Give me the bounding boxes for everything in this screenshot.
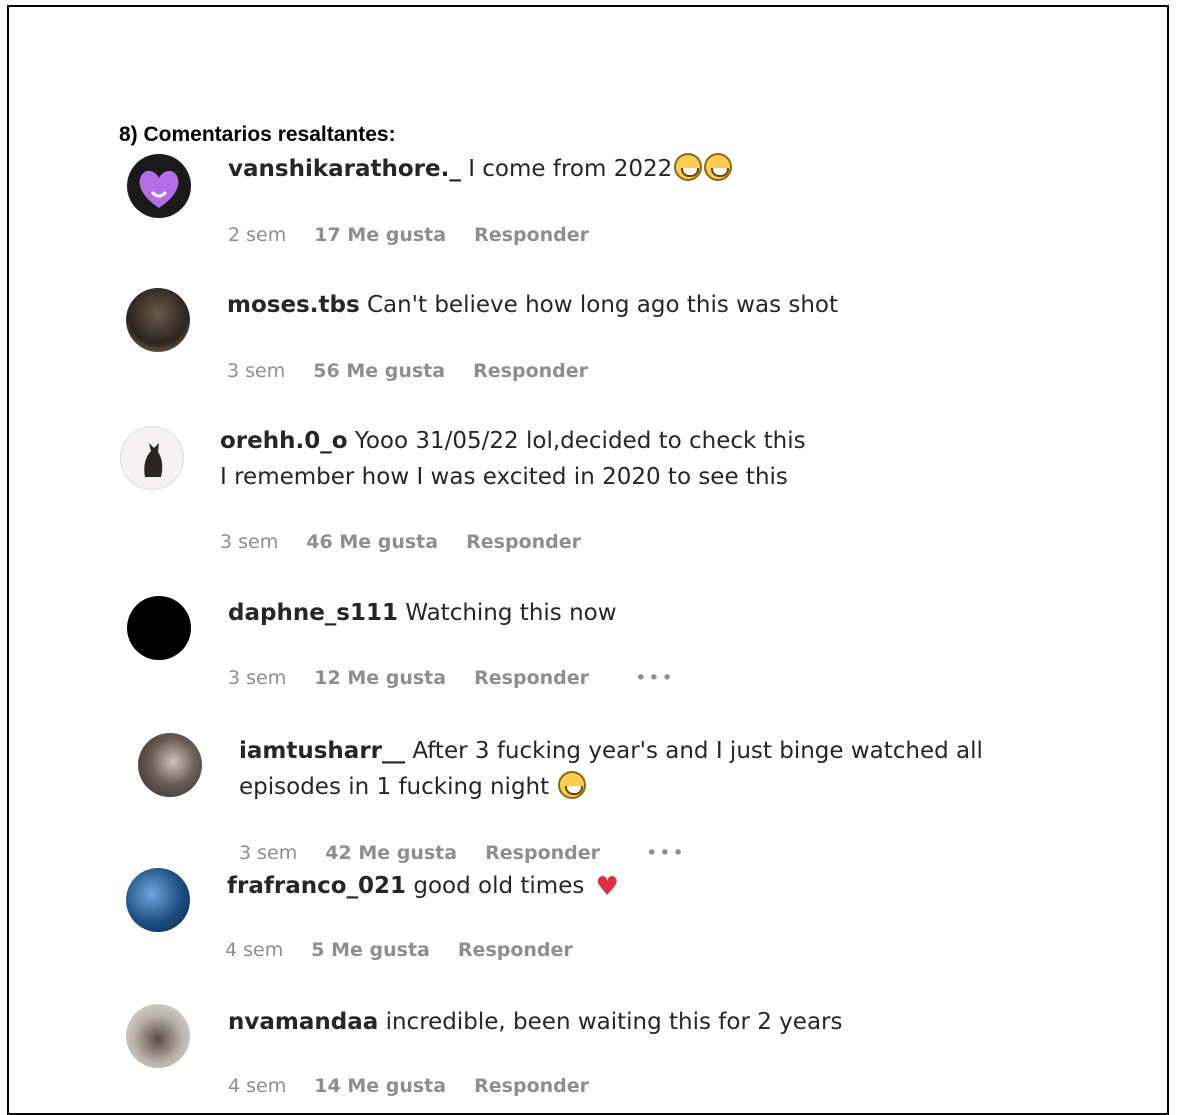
comment-text: I come from 2022 xyxy=(468,156,673,182)
likes-count[interactable]: 12 Me gusta xyxy=(314,667,446,689)
username-link[interactable]: daphne_s111 xyxy=(228,600,398,626)
username-link[interactable]: nvamandaa xyxy=(228,1009,378,1035)
comment-text: Can't believe how long ago this was shot xyxy=(366,292,839,318)
comment-time: 3 sem xyxy=(228,667,287,689)
avatar[interactable] xyxy=(126,288,190,352)
likes-count[interactable]: 42 Me gusta xyxy=(325,842,457,864)
avatar[interactable] xyxy=(126,1004,190,1068)
likes-count[interactable]: 14 Me gusta xyxy=(314,1075,446,1097)
comment-time: 4 sem xyxy=(225,939,284,961)
comment-text-line2: I remember how I was excited in 2020 to … xyxy=(220,464,788,490)
comment-text: Yooo 31/05/22 lol,decided to check this xyxy=(354,428,806,454)
comment-time: 3 sem xyxy=(220,531,279,553)
avatar[interactable] xyxy=(127,154,191,218)
section-heading: 8) Comentarios resaltantes: xyxy=(119,123,396,146)
username-link[interactable]: moses.tbs xyxy=(227,292,360,318)
comment-time: 4 sem xyxy=(228,1075,287,1097)
likes-count[interactable]: 17 Me gusta xyxy=(314,224,446,246)
username-link[interactable]: vanshikarathore._ xyxy=(228,156,461,182)
reply-button[interactable]: Responder xyxy=(474,224,589,246)
likes-count[interactable]: 5 Me gusta xyxy=(311,939,430,961)
more-options-icon[interactable]: ••• xyxy=(646,842,686,864)
reply-button[interactable]: Responder xyxy=(458,939,573,961)
likes-count[interactable]: 56 Me gusta xyxy=(313,360,445,382)
comment-text: After 3 fucking year's and I just binge … xyxy=(412,738,983,764)
reply-button[interactable]: Responder xyxy=(474,667,589,689)
username-link[interactable]: frafranco_021 xyxy=(227,873,406,899)
avatar[interactable] xyxy=(126,868,190,932)
comment-text: incredible, been waiting this for 2 year… xyxy=(385,1009,843,1035)
laughing-emoji-icon xyxy=(704,153,733,181)
reply-button[interactable]: Responder xyxy=(473,360,588,382)
avatar[interactable] xyxy=(120,426,184,490)
likes-count[interactable]: 46 Me gusta xyxy=(306,531,438,553)
reply-button[interactable]: Responder xyxy=(466,531,581,553)
laughing-emoji-icon xyxy=(674,153,703,181)
comment-text: Watching this now xyxy=(405,600,617,626)
comment-text-line2: episodes in 1 fucking night xyxy=(239,774,550,800)
comment-time: 3 sem xyxy=(239,842,298,864)
comment-text: good old times xyxy=(413,873,585,899)
laughing-emoji-icon xyxy=(558,771,587,799)
comment-time: 3 sem xyxy=(227,360,286,382)
reply-button[interactable]: Responder xyxy=(485,842,600,864)
heart-icon: ♥ xyxy=(595,872,619,902)
username-link[interactable]: orehh.0_o xyxy=(220,428,348,454)
reply-button[interactable]: Responder xyxy=(474,1075,589,1097)
username-link[interactable]: iamtusharr__ xyxy=(239,738,405,764)
more-options-icon[interactable]: ••• xyxy=(635,667,675,689)
avatar[interactable] xyxy=(138,733,202,797)
comment-time: 2 sem xyxy=(228,224,287,246)
avatar[interactable] xyxy=(127,596,191,660)
